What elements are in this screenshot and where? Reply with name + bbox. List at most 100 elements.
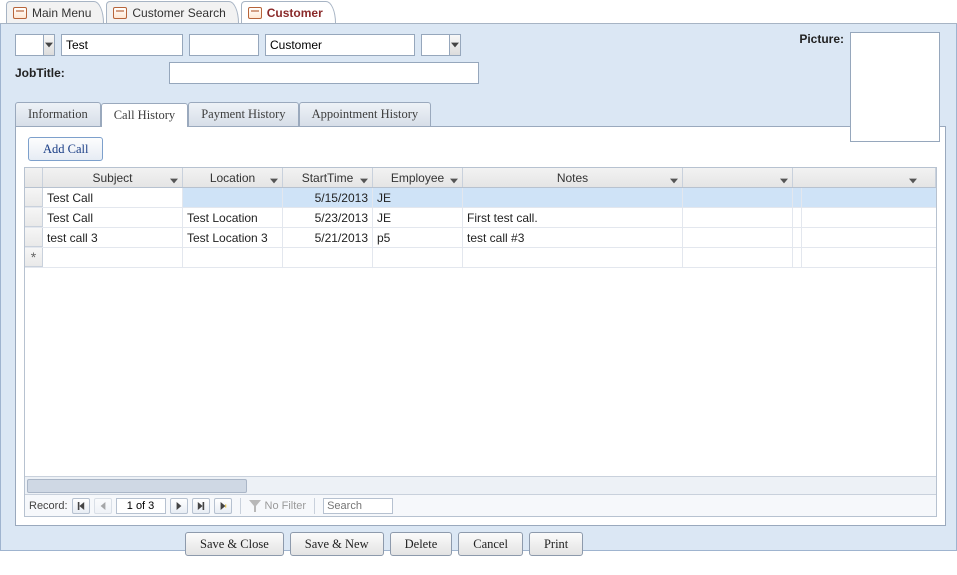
new-record-icon[interactable]: *	[25, 248, 43, 267]
cell-location[interactable]	[183, 248, 283, 267]
tab-payment-history[interactable]: Payment History	[188, 102, 298, 126]
cell-notes[interactable]: First test call.	[463, 208, 683, 227]
cell-location[interactable]: Test Location	[183, 208, 283, 227]
first-name-input[interactable]	[62, 35, 182, 55]
col-blank-2[interactable]	[793, 168, 936, 187]
col-subject-label: Subject	[92, 171, 132, 185]
nav-next-button[interactable]	[170, 498, 188, 514]
nav-prev-button[interactable]	[94, 498, 112, 514]
cell-notes[interactable]	[463, 188, 683, 207]
save-close-button[interactable]: Save & Close	[185, 532, 284, 556]
cell-employee[interactable]: p5	[373, 228, 463, 247]
chevron-down-icon[interactable]	[909, 174, 917, 182]
cell-location[interactable]	[183, 188, 283, 207]
select-all-cell[interactable]	[25, 168, 43, 187]
prefix-input[interactable]	[16, 35, 43, 55]
cell-subject[interactable]: test call 3	[43, 228, 183, 247]
cell-subject[interactable]: Test Call	[43, 188, 183, 207]
cell-blank[interactable]	[683, 188, 793, 207]
row-selector[interactable]	[25, 188, 43, 207]
col-blank-1[interactable]	[683, 168, 793, 187]
record-position-input[interactable]	[116, 498, 166, 514]
cancel-button[interactable]: Cancel	[458, 532, 523, 556]
prefix-dropdown-btn[interactable]	[43, 35, 54, 55]
new-record-row[interactable]: *	[25, 248, 936, 268]
cell-blank[interactable]	[683, 208, 793, 227]
cell-blank[interactable]	[793, 208, 802, 227]
cell-starttime[interactable]: 5/15/2013	[283, 188, 373, 207]
jobtitle-input[interactable]	[170, 63, 478, 83]
cell-notes[interactable]: test call #3	[463, 228, 683, 247]
calls-datasheet: Subject Location StartTime Employee	[24, 167, 937, 517]
picture-box[interactable]	[850, 32, 940, 142]
details-tab-control: Information Call History Payment History…	[15, 102, 946, 526]
cell-starttime[interactable]: 5/21/2013	[283, 228, 373, 247]
col-starttime[interactable]: StartTime	[283, 168, 373, 187]
tab-appointment-history[interactable]: Appointment History	[299, 102, 432, 126]
cell-blank[interactable]	[683, 248, 793, 267]
prefix-combo[interactable]	[15, 34, 55, 56]
chevron-down-icon[interactable]	[270, 174, 278, 182]
table-row[interactable]: test call 3Test Location 35/21/2013p5tes…	[25, 228, 936, 248]
chevron-down-icon[interactable]	[450, 174, 458, 182]
cell-blank[interactable]	[793, 228, 802, 247]
row-selector[interactable]	[25, 208, 43, 227]
cell-subject[interactable]: Test Call	[43, 208, 183, 227]
h-scroll-thumb[interactable]	[27, 479, 247, 493]
save-new-button[interactable]: Save & New	[290, 532, 384, 556]
tab-information[interactable]: Information	[15, 102, 101, 126]
middle-name-field[interactable]	[189, 34, 259, 56]
col-employee-label: Employee	[391, 171, 444, 185]
cell-employee[interactable]	[373, 248, 463, 267]
filter-label: No Filter	[265, 500, 307, 512]
cell-blank[interactable]	[793, 248, 802, 267]
record-search-input[interactable]	[323, 498, 393, 514]
col-notes[interactable]: Notes	[463, 168, 683, 187]
doc-tab-customer[interactable]: Customer	[241, 1, 336, 23]
jobtitle-field[interactable]	[169, 62, 479, 84]
cell-subject[interactable]	[43, 248, 183, 267]
add-call-button[interactable]: Add Call	[28, 137, 103, 161]
last-name-input[interactable]	[266, 35, 414, 55]
chevron-down-icon[interactable]	[360, 174, 368, 182]
col-location[interactable]: Location	[183, 168, 283, 187]
middle-name-input[interactable]	[190, 35, 258, 55]
doc-tab-strip: Main MenuCustomer Search Customer	[0, 0, 957, 24]
doc-tab-label: Customer	[267, 6, 323, 20]
doc-tab-main-menu[interactable]: Main Menu	[6, 1, 104, 23]
nav-first-button[interactable]	[72, 498, 90, 514]
tab-call-history[interactable]: Call History	[101, 103, 188, 127]
chevron-down-icon[interactable]	[170, 174, 178, 182]
cell-location[interactable]: Test Location 3	[183, 228, 283, 247]
cell-notes[interactable]	[463, 248, 683, 267]
h-scrollbar[interactable]	[25, 476, 936, 494]
row-selector[interactable]	[25, 228, 43, 247]
suffix-combo[interactable]	[421, 34, 461, 56]
delete-button[interactable]: Delete	[390, 532, 453, 556]
doc-tab-customer-search[interactable]: Customer Search	[106, 1, 238, 23]
first-name-field[interactable]	[61, 34, 183, 56]
nav-last-button[interactable]	[192, 498, 210, 514]
suffix-input[interactable]	[422, 35, 449, 55]
cell-starttime[interactable]	[283, 248, 373, 267]
table-row[interactable]: Test Call 5/15/2013JE	[25, 188, 936, 208]
chevron-down-icon[interactable]	[670, 174, 678, 182]
record-label: Record:	[29, 500, 68, 512]
chevron-down-icon[interactable]	[780, 174, 788, 182]
print-button[interactable]: Print	[529, 532, 583, 556]
funnel-icon	[249, 500, 261, 512]
table-row[interactable]: Test CallTest Location5/23/2013JEFirst t…	[25, 208, 936, 228]
datasheet-body[interactable]: Test Call5/15/2013JETest CallTest Locati…	[25, 188, 936, 476]
cell-employee[interactable]: JE	[373, 188, 463, 207]
filter-indicator[interactable]: No Filter	[249, 500, 307, 512]
cell-blank[interactable]	[683, 228, 793, 247]
nav-new-button[interactable]	[214, 498, 232, 514]
cell-starttime[interactable]: 5/23/2013	[283, 208, 373, 227]
col-subject[interactable]: Subject	[43, 168, 183, 187]
customer-form: JobTitle: Picture: Information Call Hist…	[0, 24, 957, 551]
cell-blank[interactable]	[793, 188, 802, 207]
col-employee[interactable]: Employee	[373, 168, 463, 187]
suffix-dropdown-btn[interactable]	[449, 35, 460, 55]
last-name-combo[interactable]	[265, 34, 415, 56]
cell-employee[interactable]: JE	[373, 208, 463, 227]
